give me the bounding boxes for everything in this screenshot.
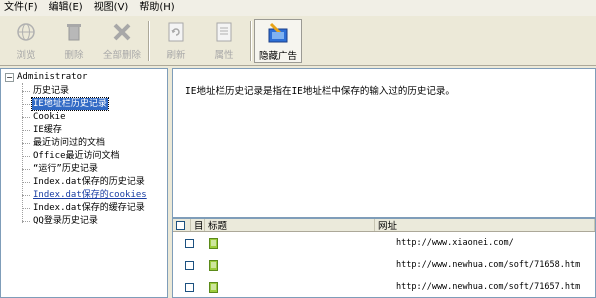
toolbar-separator: [250, 21, 252, 61]
tree-item-label: “运行”历史记录: [33, 164, 98, 174]
delete-all-label: 全部删除: [102, 50, 141, 61]
delete-all-button[interactable]: 全部删除: [98, 19, 146, 63]
tree-item-recent-docs[interactable]: 最近访问过的文档: [22, 137, 106, 149]
menu-help[interactable]: 帮助(H): [135, 0, 181, 16]
menu-view[interactable]: 视图(V): [90, 0, 136, 16]
tree-root-label: Administrator: [17, 72, 88, 82]
tree-item-cookie[interactable]: Cookie: [22, 111, 67, 123]
menu-file[interactable]: 文件(F): [0, 0, 45, 16]
refresh-label: 刷新: [166, 50, 186, 61]
description-panel: IE地址栏历史记录是指在IE地址栏中保存的输入过的历史记录。: [172, 68, 596, 218]
menu-edit[interactable]: 编辑(E): [45, 0, 90, 16]
column-header-title[interactable]: 标题: [205, 219, 375, 232]
row-checkbox[interactable]: [185, 238, 194, 248]
row-url: http://www.xiaonei.com/: [396, 238, 514, 248]
tree-item-history[interactable]: 历史记录: [22, 85, 70, 97]
tree-item-indexdat-cookies[interactable]: Index.dat保存的cookies: [22, 189, 148, 201]
tree-item-indexdat-cache[interactable]: Index.dat保存的缓存记录: [22, 202, 146, 214]
delete-icon: [61, 19, 87, 45]
tree-item-ie-address-history[interactable]: IE地址栏历史记录: [22, 97, 109, 111]
tree-item-label: 历史记录: [33, 86, 70, 96]
row-url: http://www.newhua.com/soft/71657.htm: [396, 282, 581, 292]
refresh-button[interactable]: 刷新: [152, 19, 200, 63]
column-header-check[interactable]: [173, 219, 191, 231]
list-row[interactable]: http://www.newhua.com/soft/71657.htm: [173, 276, 595, 297]
select-all-checkbox[interactable]: [176, 220, 185, 230]
list-row[interactable]: http://www.newhua.com/soft/71658.htm: [173, 254, 595, 276]
tree-item-label: Index.dat保存的缓存记录: [33, 203, 145, 213]
column-header-icon-label: 目: [194, 221, 204, 232]
browse-icon: [13, 19, 39, 45]
browse-button[interactable]: 浏览: [2, 19, 50, 63]
tree-item-label: Index.dat保存的cookies: [33, 190, 147, 200]
tree-item-ie-cache[interactable]: IE缓存: [22, 124, 63, 136]
history-list: 目 标题 网址 http://www.xiaonei.com/ http://w…: [172, 218, 596, 298]
tree-item-run-history[interactable]: “运行”历史记录: [22, 163, 99, 175]
refresh-icon: [163, 19, 189, 45]
tree-item-label: Office最近访问文档: [33, 151, 120, 161]
tree-item-office-recent[interactable]: Office最近访问文档: [22, 150, 121, 162]
row-checkbox[interactable]: [185, 260, 194, 270]
toolbar: 浏览 删除 全部删除 刷新 属性 隐藏广告: [0, 16, 596, 66]
file-icon: [209, 237, 218, 249]
hide-ads-button[interactable]: 隐藏广告: [254, 19, 302, 63]
tree-item-label: IE缓存: [33, 125, 62, 135]
tree-item-indexdat-history[interactable]: Index.dat保存的历史记录: [22, 176, 146, 188]
list-row[interactable]: http://www.xiaonei.com/: [173, 232, 595, 254]
properties-label: 属性: [214, 50, 234, 61]
file-icon: [209, 281, 218, 293]
collapse-icon[interactable]: −: [5, 72, 14, 82]
tree-item-label: QQ登录历史记录: [33, 216, 98, 226]
category-tree: − Administrator 历史记录 IE地址栏历史记录 Cookie IE…: [0, 68, 168, 298]
delete-label: 删除: [64, 50, 84, 61]
column-header-url[interactable]: 网址: [375, 219, 595, 232]
description-text: IE地址栏历史记录是指在IE地址栏中保存的输入过的历史记录。: [185, 86, 455, 97]
browse-label: 浏览: [16, 50, 36, 61]
delete-all-icon: [109, 19, 135, 45]
hide-ads-label: 隐藏广告: [258, 51, 297, 62]
tree-item-label: Cookie: [33, 112, 66, 122]
row-checkbox[interactable]: [185, 282, 194, 292]
tree-item-label: 最近访问过的文档: [33, 138, 106, 148]
tree-item-label: IE地址栏历史记录: [31, 97, 109, 111]
menu-bar: 文件(F) 编辑(E) 视图(V) 帮助(H): [0, 0, 596, 16]
tree-root[interactable]: − Administrator: [5, 72, 87, 82]
row-url: http://www.newhua.com/soft/71658.htm: [396, 260, 581, 270]
toolbar-separator: [148, 21, 150, 61]
delete-button[interactable]: 删除: [50, 19, 98, 63]
properties-button[interactable]: 属性: [200, 19, 248, 63]
column-header-url-label: 网址: [378, 221, 398, 232]
hide-ads-icon: [265, 20, 291, 46]
column-header-title-label: 标题: [208, 221, 228, 232]
properties-icon: [211, 19, 237, 45]
tree-item-qq-login-history[interactable]: QQ登录历史记录: [22, 215, 99, 227]
column-header-icon[interactable]: 目: [191, 219, 205, 232]
list-header: 目 标题 网址: [173, 219, 595, 232]
tree-item-label: Index.dat保存的历史记录: [33, 177, 145, 187]
file-icon: [209, 259, 218, 271]
